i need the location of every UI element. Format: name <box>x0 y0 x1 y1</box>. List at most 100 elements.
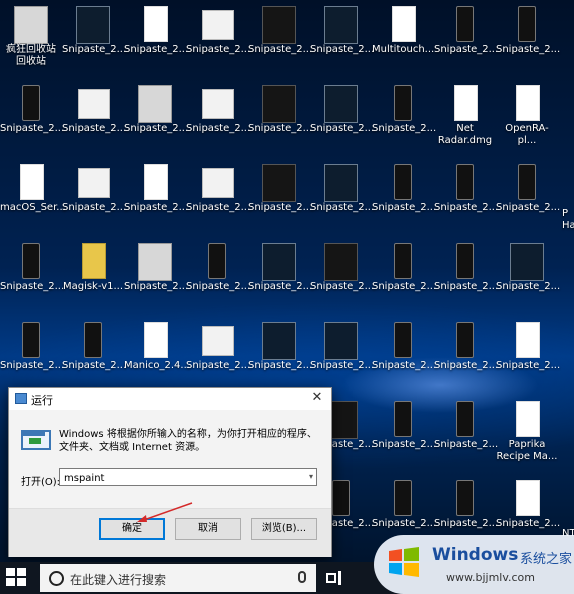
run-dialog: 运行 ✕ Windows 将根据你所输入的名称，为你打开相应的程序、文件夹、文档… <box>8 387 332 557</box>
ok-button[interactable]: 确定 <box>99 518 165 540</box>
task-view-icon[interactable] <box>326 571 342 585</box>
desktop-icon[interactable]: Snipaste_2... <box>496 318 560 396</box>
file-thumbnail-icon <box>332 480 350 516</box>
file-thumbnail-icon <box>324 322 358 360</box>
desktop-icon-label: Snipaste_2... <box>248 202 313 213</box>
windows-start-icon[interactable] <box>6 568 28 588</box>
dialog-description: Windows 将根据你所输入的名称，为你打开相应的程序、文件夹、文档或 Int… <box>59 429 317 453</box>
desktop-icon[interactable]: Snipaste_2... <box>186 318 251 396</box>
desktop-icon[interactable]: Snipaste_2... <box>186 2 250 80</box>
desktop-icon[interactable]: Snipaste_2... <box>496 160 560 238</box>
desktop-icon[interactable]: Snipaste_2... <box>372 318 436 396</box>
desktop-icon[interactable]: Snipaste_2... <box>310 160 374 238</box>
desktop-icon[interactable]: Snipaste_2... <box>248 160 313 238</box>
file-thumbnail-icon <box>138 243 172 281</box>
desktop-icon[interactable]: Snipaste_2... <box>372 81 437 159</box>
desktop-icon[interactable]: Snipaste_2... <box>248 239 312 317</box>
windows-logo-icon <box>389 547 419 577</box>
file-thumbnail-icon <box>516 85 540 121</box>
file-thumbnail-icon <box>516 322 540 358</box>
desktop-icon[interactable]: Snipaste_2... <box>62 2 126 80</box>
file-thumbnail-icon <box>454 85 478 121</box>
desktop-icon[interactable]: Snipaste_2... <box>186 81 250 159</box>
desktop-icon[interactable]: Magisk-v1... <box>62 239 124 317</box>
desktop-icon-label: Snipaste_2... <box>372 202 437 213</box>
open-command-input[interactable] <box>59 468 317 486</box>
desktop-icon[interactable]: Snipaste_2... <box>124 239 188 317</box>
desktop-icon[interactable]: Snipaste_2... <box>434 239 499 317</box>
desktop-icon-label: Manico_2.4... <box>124 360 190 371</box>
desktop-icon[interactable]: Snipaste_2... <box>434 160 498 238</box>
desktop-icon-label: Snipaste_2... <box>248 360 313 371</box>
desktop-icon-label: Snipaste_2... <box>434 281 499 292</box>
file-thumbnail-icon <box>202 10 234 40</box>
close-icon[interactable]: ✕ <box>309 390 325 406</box>
file-thumbnail-icon <box>394 401 412 437</box>
desktop-icon-label: Net Radar.dmg <box>437 123 493 146</box>
desktop-icon[interactable]: Snipaste_2... <box>310 318 374 396</box>
desktop-icon[interactable]: Snipaste_2... <box>496 2 560 80</box>
desktop-icon[interactable]: Snipaste_2... <box>186 160 250 238</box>
desktop-icon[interactable]: Snipaste_2... <box>124 2 188 80</box>
desktop-icon[interactable]: Net Radar.dmg <box>434 81 496 159</box>
desktop-icon[interactable]: Snipaste_2... <box>434 318 498 396</box>
microphone-icon[interactable] <box>298 571 306 583</box>
desktop-icon[interactable]: Snipaste_2... <box>248 2 313 80</box>
desktop-icon[interactable]: Paprika Recipe Ma... <box>496 397 558 475</box>
file-thumbnail-icon <box>518 6 536 42</box>
desktop-icon-label: Snipaste_2... <box>496 281 561 292</box>
desktop-icon[interactable]: OpenRA-pl... <box>496 81 558 159</box>
file-thumbnail-icon <box>324 164 358 202</box>
chevron-down-icon[interactable]: ▾ <box>305 470 317 484</box>
taskbar-search-box[interactable]: 在此键入进行搜索 <box>40 564 316 592</box>
desktop-icon-label: Snipaste_2... <box>186 360 251 371</box>
file-thumbnail-icon <box>456 164 474 200</box>
desktop-icon-label: Snipaste_2... <box>248 44 313 55</box>
desktop-icon-label: Snipaste_2... <box>372 518 437 529</box>
desktop-icon[interactable]: Snipaste_2... <box>124 160 189 238</box>
watermark-url: www.bjjmlv.com <box>446 571 535 584</box>
file-thumbnail-icon <box>324 6 358 44</box>
cancel-button[interactable]: 取消 <box>175 518 241 540</box>
desktop-icon[interactable]: Snipaste_2... <box>372 397 436 475</box>
dialog-title: 运行 <box>31 394 53 407</box>
desktop-icon[interactable]: Snipaste_2... <box>310 239 374 317</box>
desktop-icon[interactable]: Snipaste_2... <box>248 318 313 396</box>
file-thumbnail-icon <box>394 243 412 279</box>
desktop-icon[interactable]: Snipaste_2... <box>310 2 374 80</box>
desktop-icon-label: Snipaste_2... <box>62 202 127 213</box>
desktop-icon[interactable]: Snipaste_2... <box>62 81 126 159</box>
desktop-icon[interactable]: Snipaste_2... <box>372 160 437 238</box>
file-thumbnail-icon <box>394 322 412 358</box>
desktop-icon[interactable]: Snipaste_2... <box>434 2 498 80</box>
desktop-icon[interactable]: Snipaste_2... <box>186 239 250 317</box>
desktop-icon[interactable]: Ha <box>559 220 574 240</box>
desktop-icon[interactable]: Snipaste_2... <box>124 81 188 159</box>
desktop-icon-label: Snipaste_2... <box>372 281 437 292</box>
run-program-icon <box>21 430 51 452</box>
desktop-icon[interactable]: Snipaste_2... <box>62 318 127 396</box>
desktop-icon-label: Snipaste_2... <box>124 202 189 213</box>
desktop-icon[interactable]: Multitouch... <box>372 2 434 80</box>
desktop-icon[interactable]: Manico_2.4... <box>124 318 190 396</box>
file-thumbnail-icon <box>202 326 234 356</box>
desktop-icon[interactable]: Snipaste_2... <box>0 239 65 317</box>
file-thumbnail-icon <box>262 85 296 123</box>
desktop-icon[interactable]: Snipaste_2... <box>62 160 127 238</box>
desktop-icon[interactable]: Snipaste_2... <box>434 397 498 475</box>
desktop-icon-label: Snipaste_2... <box>372 123 437 134</box>
desktop-icon[interactable]: Snipaste_2... <box>0 81 64 159</box>
desktop-icon[interactable]: 疯狂回收站 回收站 <box>0 2 62 80</box>
desktop-icon[interactable]: Snipaste_2... <box>0 318 64 396</box>
file-thumbnail-icon <box>262 322 296 360</box>
file-thumbnail-icon <box>78 89 110 119</box>
desktop-icon[interactable]: Snipaste_2... <box>372 239 437 317</box>
browse-button[interactable]: 浏览(B)... <box>251 518 317 540</box>
desktop-icon[interactable]: Snipaste_2... <box>310 81 374 159</box>
desktop-icon[interactable]: macOS_Ser... <box>0 160 66 238</box>
desktop-icon-label: Snipaste_2... <box>0 281 65 292</box>
dialog-titlebar[interactable]: 运行 ✕ <box>9 388 331 410</box>
desktop-icon-label: Snipaste_2... <box>62 360 127 371</box>
desktop-icon[interactable]: Snipaste_2... <box>248 81 312 159</box>
desktop-icon[interactable]: Snipaste_2... <box>496 239 561 317</box>
